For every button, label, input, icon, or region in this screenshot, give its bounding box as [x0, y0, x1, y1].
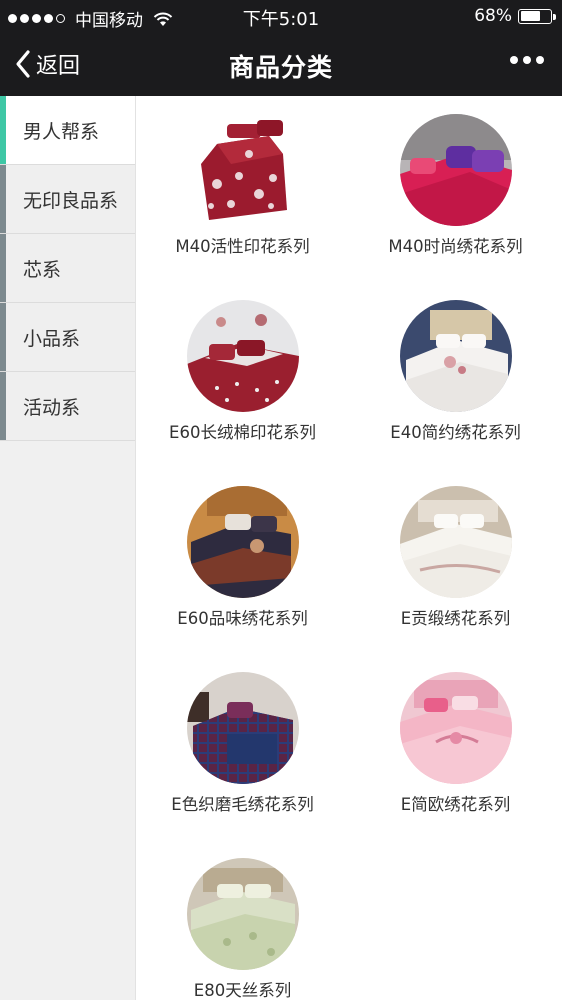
indicator: [0, 234, 6, 302]
indicator: [0, 303, 6, 371]
product-name: E60品味绣花系列: [177, 609, 308, 628]
product-card[interactable]: E60品味绣花系列: [136, 486, 349, 629]
product-image: [186, 114, 299, 226]
sidebar-item-xiaopin[interactable]: 小品系: [0, 303, 135, 372]
product-image: [186, 672, 299, 784]
product-name: M40活性印花系列: [175, 237, 310, 256]
product-image: [399, 486, 512, 598]
more-options-button[interactable]: [510, 56, 544, 64]
product-card[interactable]: E贡缎绣花系列: [349, 486, 562, 629]
sidebar-item-huodong[interactable]: 活动系: [0, 372, 135, 441]
sidebar-item-label: 芯系: [23, 258, 62, 281]
sidebar-item-label: 无印良品系: [23, 189, 119, 212]
product-card[interactable]: M40时尚绣花系列: [349, 114, 562, 257]
indicator: [0, 372, 6, 440]
category-sidebar: 男人帮系 无印良品系 芯系 小品系 活动系: [0, 96, 136, 1000]
product-name: E80天丝系列: [193, 981, 292, 1000]
sidebar-item-xin[interactable]: 芯系: [0, 234, 135, 303]
product-image: [399, 114, 512, 226]
product-card[interactable]: E60长绒棉印花系列: [136, 300, 349, 443]
product-image: [186, 486, 299, 598]
navigation-bar: 返回 商品分类: [0, 32, 562, 96]
product-image: [399, 300, 512, 412]
sidebar-item-label: 男人帮系: [23, 120, 100, 143]
product-name: E色织磨毛绣花系列: [171, 795, 314, 814]
product-grid: M40活性印花系列 M40时尚绣花系列 E60长绒棉印花系列 E40简约绣花系列…: [136, 96, 562, 1000]
product-name: E40简约绣花系列: [390, 423, 521, 442]
page-title: 商品分类: [228, 53, 333, 82]
sidebar-item-wuyinliangpin[interactable]: 无印良品系: [0, 165, 135, 234]
status-right: 68%: [474, 6, 556, 26]
product-card[interactable]: E40简约绣花系列: [349, 300, 562, 443]
product-card[interactable]: M40活性印花系列: [136, 114, 349, 257]
product-card[interactable]: E色织磨毛绣花系列: [136, 672, 349, 815]
product-image: [186, 858, 299, 970]
product-name: M40时尚绣花系列: [388, 237, 523, 256]
active-indicator: [0, 96, 6, 164]
battery-percent: 68%: [474, 6, 512, 26]
product-name: E60长绒棉印花系列: [169, 423, 316, 442]
ellipsis-icon: [510, 56, 518, 64]
product-card[interactable]: E80天丝系列: [136, 858, 349, 1000]
sidebar-item-label: 活动系: [23, 396, 81, 419]
battery-icon: [518, 8, 556, 24]
sidebar-item-nanrenbang[interactable]: 男人帮系: [0, 96, 135, 165]
product-card[interactable]: E简欧绣花系列: [349, 672, 562, 815]
product-name: E贡缎绣花系列: [400, 609, 511, 628]
product-image: [399, 672, 512, 784]
sidebar-item-label: 小品系: [23, 327, 81, 350]
product-image: [186, 300, 299, 412]
status-bar: 中国移动 下午5:01 68%: [0, 0, 562, 32]
product-name: E简欧绣花系列: [400, 795, 511, 814]
indicator: [0, 165, 6, 233]
